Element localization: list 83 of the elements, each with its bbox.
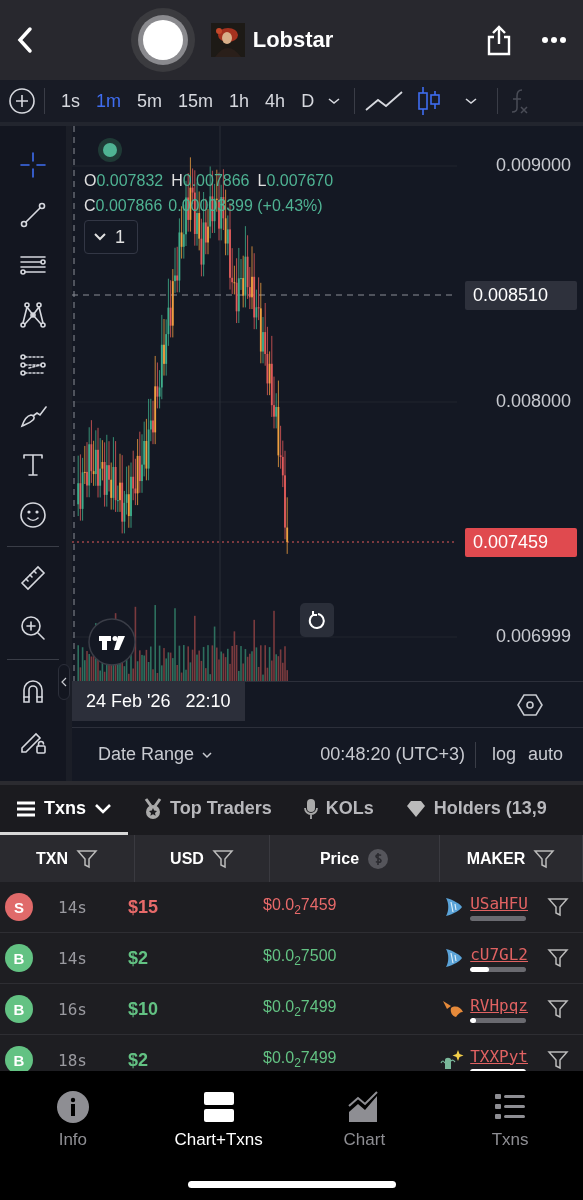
scale-mode-button[interactable]: log — [485, 744, 522, 765]
panel-tab[interactable]: KOLs — [287, 785, 390, 835]
bird-icon — [441, 999, 466, 1019]
nav-tab[interactable]: Chart — [294, 1089, 435, 1151]
clock-label: 00:48:20 (UTC+3) — [320, 744, 465, 765]
price-axis-label: 0.006999 — [495, 626, 571, 647]
chevron-down-icon — [93, 232, 107, 242]
maker-link[interactable]: RVHpqz — [470, 995, 528, 1015]
interval-button[interactable]: 4h — [257, 90, 294, 112]
date-range-button[interactable]: Date Range — [92, 744, 221, 765]
nav-tab[interactable]: Info — [2, 1089, 143, 1151]
price-cell-text: $0.0$_{2}$7499 — [262, 1049, 338, 1071]
last-price-tag: 0.007459 — [465, 528, 577, 557]
ruler-icon — [19, 564, 47, 592]
maker-link[interactable]: USaHFU — [470, 893, 528, 913]
dollar-circle-icon — [367, 847, 390, 870]
price-cell-text: $0.0$_{2}$7459 — [262, 896, 338, 918]
chevron-down-icon — [200, 749, 215, 760]
maker-link[interactable]: cU7GL2 — [470, 944, 528, 964]
interval-button[interactable]: D — [293, 90, 323, 112]
logo-icon — [88, 618, 136, 666]
trend-line-icon — [19, 201, 47, 229]
interval-button[interactable]: 1h — [221, 90, 258, 112]
age-cell-text: 16s — [57, 999, 88, 1019]
interval-button[interactable]: 1s — [53, 90, 88, 112]
side-badge: S — [5, 893, 33, 921]
medal-icon — [144, 797, 162, 820]
pattern-icon — [19, 301, 47, 329]
status-dot — [98, 138, 122, 162]
crosshair-price-tag: 0.008510 — [465, 281, 577, 310]
reset-button[interactable] — [300, 603, 334, 637]
filter-icon[interactable] — [547, 999, 569, 1019]
sparkle-icon — [439, 1049, 466, 1071]
more-icon[interactable] — [541, 36, 567, 44]
nav-tab[interactable]: Txns — [440, 1089, 581, 1151]
chevron-down-icon — [94, 802, 112, 815]
filter-icon — [533, 848, 556, 869]
price-axis-label: 0.008000 — [495, 391, 571, 412]
panel-tab[interactable]: Holders (13,9 — [389, 785, 563, 835]
fib-tool-icon — [19, 351, 47, 379]
chevron-left-icon — [61, 677, 67, 687]
add-indicator-icon[interactable] — [8, 87, 36, 115]
usd-cell-text: $2 — [128, 947, 150, 969]
zoom-in-icon — [19, 614, 47, 642]
usd-cell-text: $15 — [128, 896, 160, 918]
reset-icon — [307, 610, 327, 630]
filter-icon[interactable] — [547, 948, 569, 968]
interval-button[interactable]: 1m — [88, 90, 130, 112]
side-badge: B — [5, 995, 33, 1023]
crosshair-time-tag: 24 Feb '26 22:10 — [72, 682, 245, 721]
interval-button[interactable]: 5m — [129, 90, 171, 112]
info-icon — [55, 1090, 90, 1124]
interval-button[interactable]: 15m — [170, 90, 222, 112]
indicator-toggle[interactable]: 1 — [84, 220, 138, 254]
token-title: Lobstar — [252, 27, 334, 53]
price-cell-text: $0.0$_{2}$7499 — [262, 998, 338, 1020]
panel-tab[interactable]: Top Traders — [128, 785, 288, 835]
share-icon[interactable] — [485, 24, 513, 56]
filter-icon[interactable] — [547, 1050, 569, 1070]
age-cell-text: 18s — [57, 1050, 88, 1070]
filter-icon — [211, 848, 234, 869]
usd-cell-text: $2 — [128, 1049, 150, 1071]
microphone-icon — [303, 797, 318, 820]
age-cell-text: 14s — [57, 948, 88, 968]
diamond-icon — [405, 799, 426, 818]
usd-cell-text: $10 — [128, 998, 160, 1020]
split-view-icon — [201, 1090, 236, 1124]
assistive-touch-button[interactable] — [130, 8, 195, 72]
emoji-icon — [19, 501, 47, 529]
filter-icon[interactable] — [547, 897, 569, 917]
nav-tab[interactable]: Chart+Txns — [148, 1089, 289, 1151]
maker-link[interactable]: TXXPyt — [470, 1046, 528, 1066]
collapse-toolbar-button[interactable] — [58, 664, 70, 700]
filter-icon — [76, 848, 98, 869]
scale-mode-button[interactable]: auto — [521, 744, 569, 765]
list-icon — [16, 799, 36, 818]
price-axis-label: 0.009000 — [495, 155, 571, 176]
crosshair-icon — [19, 151, 47, 179]
settings-icon[interactable] — [517, 692, 543, 717]
age-cell-text: 14s — [57, 897, 88, 917]
side-badge: B — [5, 1046, 33, 1071]
price-cell-text: $0.0$_{2}$7500 — [262, 947, 338, 969]
side-badge: B — [5, 944, 33, 972]
